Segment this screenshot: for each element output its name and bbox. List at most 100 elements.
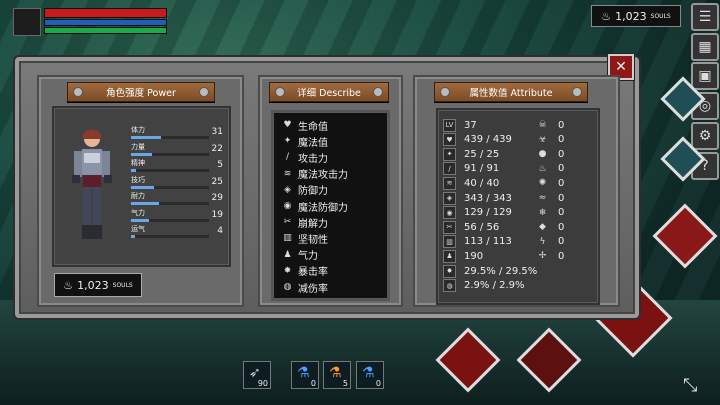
describe-item: ✦ 魔法值 [282, 133, 328, 149]
resistance-value: 0 [558, 192, 565, 204]
power-stat-name: 体力 [131, 126, 145, 134]
arrow-slot[interactable]: ➶ 90 [243, 361, 271, 389]
attribute-row: ✂ 56 / 56 [443, 219, 499, 235]
describe-header: 详细 Describe [269, 82, 389, 102]
describe-item-label: 防御力 [298, 186, 328, 198]
power-stat-fill [131, 235, 135, 238]
power-stat-value: 25 [211, 176, 223, 187]
hero-figure [72, 129, 112, 239]
toughness-icon: ▥ [283, 233, 292, 244]
describe-title: 详细 Describe [297, 88, 361, 99]
settings-button[interactable]: ⚙ [691, 122, 719, 150]
attribute-value: 113 / 113 [464, 236, 512, 248]
attribute-value: 190 [464, 250, 484, 262]
power-stat-value: 29 [211, 193, 223, 203]
attribute-header: 属性数值 Attribute [434, 82, 588, 102]
potion-icon: ⚗ [362, 365, 375, 381]
break-icon: ✂ [283, 217, 292, 228]
attribute-row: LV 37 [443, 117, 477, 133]
ice-icon: ❄ [538, 207, 547, 218]
describe-item: ≋ 魔法攻击力 [282, 166, 348, 182]
attribute-value: 37 [464, 119, 477, 131]
describe-item: ◉ 魔法防御力 [282, 198, 348, 214]
describe-item: ◍ 减伤率 [282, 279, 328, 295]
attribute-value: 2.9% / 2.9% [464, 280, 525, 292]
describe-item-label: 攻击力 [298, 153, 328, 165]
attribute-value: 40 / 40 [464, 177, 500, 189]
souls-counter-top: ♨ 1,023 SOULS [591, 5, 681, 27]
close-icon: ✕ [615, 59, 627, 75]
bag-icon: ▣ [698, 68, 712, 84]
attribute-value: 56 / 56 [464, 221, 500, 233]
map-button[interactable]: ▦ [691, 33, 719, 61]
resistance-value: 0 [558, 221, 565, 233]
describe-item-label: 魔法值 [298, 137, 328, 149]
souls-value: 1,023 [77, 278, 109, 292]
resistance-row: ☣ 0 [537, 132, 564, 148]
resistance-row: ❄ 0 [537, 205, 565, 221]
power-stat-name: 技巧 [131, 175, 145, 184]
mana-icon: ✦ [283, 136, 292, 147]
attribute-value: 91 / 91 [464, 163, 500, 175]
resistance-value: 0 [558, 163, 565, 175]
attribute-value: 129 / 129 [464, 207, 512, 219]
heart-icon: ♥ [443, 133, 456, 147]
potion-icon: ⚗ [297, 365, 310, 381]
attribute-title: 属性数值 Attribute [469, 88, 553, 99]
water-icon: ● [538, 149, 547, 160]
corner-arrow-icon[interactable]: ⤡ [683, 375, 697, 396]
wind-icon: ≈ [538, 193, 547, 203]
attribute-row: ✸ 29.5% / 29.5% [443, 263, 537, 279]
power-stat-name: 气力 [131, 208, 145, 217]
power-stat-track [131, 218, 209, 222]
bleed-icon: ✢ [538, 251, 547, 262]
magic-attack-icon: ≋ [283, 168, 292, 179]
power-stat-fill [131, 202, 160, 205]
fire-icon: ♨ [538, 163, 547, 174]
resistance-value: 0 [558, 134, 565, 146]
resistance-value: 0 [558, 177, 565, 189]
map-icon: ▦ [698, 39, 712, 55]
souls-top-label: SOULS [650, 12, 671, 20]
earth-icon: ◆ [539, 222, 546, 233]
gear-icon: ⚙ [698, 128, 712, 144]
describe-item-label: 气力 [298, 251, 318, 263]
attribute-row: ◈ 343 / 343 [443, 190, 512, 206]
attribute-value: 25 / 25 [464, 148, 500, 160]
attribute-row: ◍ 2.9% / 2.9% [443, 278, 525, 294]
power-stat-fill [131, 136, 161, 139]
resistance-row: ✢ 0 [537, 248, 565, 264]
blue-potion-slot[interactable]: ⚗ 0 [291, 361, 319, 389]
mana-icon: ✦ [443, 147, 456, 161]
power-stat-fill [131, 169, 136, 172]
power-stat-fill [131, 218, 149, 222]
power-header: 角色强度 Power [67, 82, 215, 102]
crit-icon: ✸ [443, 264, 456, 278]
power-stat-track [131, 185, 209, 189]
describe-item-label: 暴击率 [298, 267, 328, 279]
attribute-row: / 91 / 91 [443, 161, 499, 177]
orange-potion-slot[interactable]: ⚗ 5 [323, 361, 351, 389]
attribute-row: ▥ 113 / 113 [443, 234, 512, 250]
magic-shield-icon: ◉ [443, 206, 456, 220]
resistance-row: ♨ 0 [537, 161, 564, 177]
souls-label: SOULS [112, 281, 133, 289]
resistance-row: ≈0 [537, 190, 565, 206]
inventory-button[interactable]: ▣ [691, 62, 719, 90]
menu-button[interactable]: ☰ [691, 3, 719, 31]
slot-count: 90 [257, 379, 268, 388]
power-stat-track [131, 136, 209, 139]
lightning-icon: ϟ [539, 236, 546, 247]
power-stat-track [131, 152, 209, 156]
describe-item-label: 崩解力 [298, 218, 328, 230]
flame-icon: ✺ [538, 178, 547, 189]
attribute-row: ♟ 190 [443, 248, 483, 264]
blue-flask-slot[interactable]: ⚗ 0 [356, 361, 384, 389]
describe-item-label: 魔法攻击力 [298, 170, 348, 182]
slot-count: 0 [310, 379, 316, 388]
poison-icon: ☣ [538, 134, 547, 145]
power-stat-track [131, 202, 209, 205]
magic-shield-icon: ◉ [283, 201, 292, 211]
skull-icon: ☠ [538, 120, 547, 130]
sword-icon: / [443, 162, 456, 176]
